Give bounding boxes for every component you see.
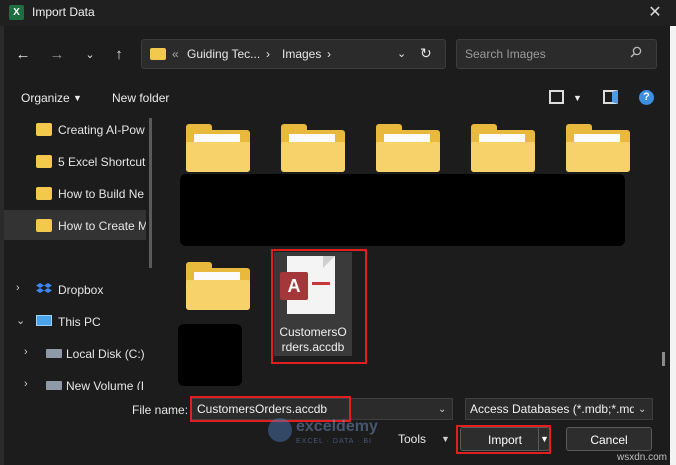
folder-icon[interactable] xyxy=(471,124,535,172)
expand-chevron-icon[interactable]: › xyxy=(24,378,28,390)
expand-chevron-icon[interactable]: › xyxy=(16,282,20,294)
folder-icon xyxy=(36,219,52,232)
file-list xyxy=(160,114,668,390)
breadcrumb-separator: › xyxy=(266,47,270,61)
highlight-box xyxy=(456,425,551,454)
up-arrow-icon[interactable]: ↑ xyxy=(109,44,129,66)
file-name-line2: rders.accdb xyxy=(281,340,345,354)
disk-icon xyxy=(46,349,62,358)
view-chevron-icon[interactable]: ▼ xyxy=(573,93,582,103)
search-icon[interactable] xyxy=(630,46,642,58)
folder-icon xyxy=(150,48,166,60)
watermark-subtitle: EXCEL · DATA · BI xyxy=(296,438,372,445)
view-options-icon[interactable] xyxy=(549,90,564,104)
dialog-title: Import Data xyxy=(32,5,95,19)
sidebar-item-local-disk[interactable]: › Local Disk (C:) xyxy=(4,338,146,368)
disk-icon xyxy=(46,381,62,390)
sidebar-item-excel-shortcut[interactable]: 5 Excel Shortcut xyxy=(4,146,146,176)
file-name-caption: CustomersO rders.accdb xyxy=(275,325,351,355)
search-placeholder: Search Images xyxy=(465,47,546,61)
file-type-value: Access Databases (*.mdb;*.mde xyxy=(470,402,634,416)
folder-icon[interactable] xyxy=(186,262,250,310)
command-bar xyxy=(4,84,670,112)
redacted-region xyxy=(178,324,242,386)
expand-chevron-icon[interactable]: › xyxy=(24,346,28,358)
address-dropdown-icon[interactable]: ⌄ xyxy=(397,47,406,60)
sidebar-item-label: This PC xyxy=(58,315,101,329)
file-type-dropdown-icon[interactable]: ⌄ xyxy=(638,404,646,415)
organize-chevron-icon: ▼ xyxy=(73,93,82,103)
folder-icon[interactable] xyxy=(566,124,630,172)
folder-icon xyxy=(36,155,52,168)
sidebar-item-label: Dropbox xyxy=(58,283,104,297)
folder-icon[interactable] xyxy=(186,124,250,172)
folder-icon[interactable] xyxy=(281,124,345,172)
sidebar-item-label: Creating AI-Pow xyxy=(58,123,145,137)
exceldemy-logo-icon xyxy=(268,418,292,442)
organize-button[interactable]: Organize xyxy=(21,91,70,105)
access-icon: A xyxy=(280,272,308,300)
new-folder-button[interactable]: New folder xyxy=(112,91,169,105)
breadcrumb-overflow[interactable]: « xyxy=(172,47,179,61)
cancel-label: Cancel xyxy=(590,433,628,447)
folder-icon xyxy=(36,123,52,136)
sidebar-item-label: Local Disk (C:) xyxy=(66,347,145,361)
file-name-line1: CustomersO xyxy=(279,325,347,339)
tools-button[interactable]: Tools xyxy=(398,432,426,446)
collapse-chevron-icon[interactable]: ⌄ xyxy=(16,314,25,327)
help-icon[interactable]: ? xyxy=(639,90,654,105)
sidebar-item-new-volume[interactable]: › New Volume (I xyxy=(4,370,146,390)
sidebar-item-label: 5 Excel Shortcut xyxy=(58,155,146,169)
refresh-icon[interactable]: ↻ xyxy=(420,45,432,62)
forward-arrow-icon[interactable]: → xyxy=(47,44,67,66)
excel-app-icon: X xyxy=(9,5,24,20)
redacted-region xyxy=(180,174,625,246)
file-name-label: File name: xyxy=(132,403,189,417)
breadcrumb-guiding-tec[interactable]: Guiding Tec... xyxy=(187,47,260,61)
corner-watermark: wsxdn.com xyxy=(617,452,668,463)
breadcrumb-images[interactable]: Images xyxy=(282,47,321,61)
sidebar-item-this-pc[interactable]: ⌄ This PC xyxy=(4,306,146,336)
watermark-title: exceldemy xyxy=(296,418,378,435)
back-arrow-icon[interactable]: ← xyxy=(13,44,33,66)
pc-icon xyxy=(36,315,52,326)
preview-pane-icon[interactable] xyxy=(603,90,618,104)
sidebar-item-label: New Volume (I xyxy=(66,379,145,390)
tools-chevron-icon[interactable]: ▼ xyxy=(441,434,450,444)
recent-locations-chevron-icon[interactable]: ⌄ xyxy=(80,44,100,66)
access-table-icon xyxy=(312,282,330,298)
dropbox-icon xyxy=(36,282,52,296)
sidebar-scrollbar[interactable] xyxy=(149,118,152,268)
file-list-scrollbar[interactable] xyxy=(662,352,665,366)
background-app-strip xyxy=(670,26,676,465)
sidebar-item-creating-ai[interactable]: Creating AI-Pow xyxy=(4,114,146,144)
sidebar-item-how-to-create[interactable]: How to Create M xyxy=(4,210,146,240)
sidebar-item-label: How to Build Ne xyxy=(58,187,145,201)
sidebar-item-how-to-build[interactable]: How to Build Ne xyxy=(4,178,146,208)
document-fold xyxy=(323,256,335,268)
navigation-pane: Creating AI-Pow 5 Excel Shortcut How to … xyxy=(4,114,152,390)
title-bar xyxy=(0,0,676,26)
sidebar-item-label: How to Create M xyxy=(58,219,146,233)
folder-icon[interactable] xyxy=(376,124,440,172)
breadcrumb-separator: › xyxy=(327,47,331,61)
file-name-dropdown-icon[interactable]: ⌄ xyxy=(438,404,446,415)
close-icon[interactable]: ✕ xyxy=(640,0,670,26)
folder-icon xyxy=(36,187,52,200)
sidebar-item-dropbox[interactable]: › Dropbox xyxy=(4,274,146,304)
cancel-button[interactable]: Cancel xyxy=(566,427,652,451)
